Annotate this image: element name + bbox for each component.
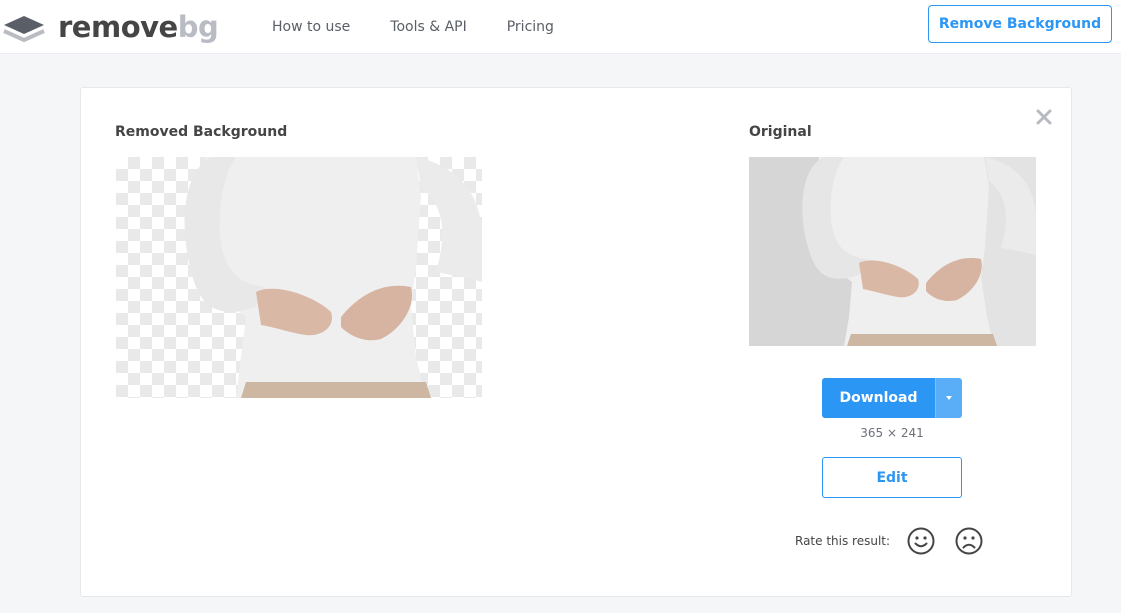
result-card: Removed Background Original Download 365…: [80, 87, 1072, 597]
removed-background-title: Removed Background: [115, 124, 288, 140]
nav-link-how-to-use[interactable]: How to use: [272, 19, 350, 35]
removed-background-image: [116, 157, 482, 398]
rating-row: Rate this result:: [795, 526, 1002, 556]
download-options-button[interactable]: [935, 378, 962, 418]
main-nav: How to use Tools & API Pricing: [272, 0, 594, 53]
nav-link-tools-api[interactable]: Tools & API: [390, 19, 466, 35]
rate-label: Rate this result:: [795, 534, 891, 548]
image-dimensions: 365 × 241: [860, 426, 924, 440]
nav-link-pricing[interactable]: Pricing: [507, 19, 554, 35]
chevron-down-icon: [946, 396, 952, 400]
original-title: Original: [749, 124, 812, 140]
smiley-face-icon[interactable]: [906, 526, 936, 556]
sad-face-icon[interactable]: [954, 526, 984, 556]
original-image: [749, 157, 1036, 346]
logo-layers-icon: [3, 16, 45, 42]
download-button-group: Download: [822, 378, 962, 418]
edit-button[interactable]: Edit: [822, 457, 962, 498]
logo-wordmark: removebg: [58, 9, 219, 44]
logo[interactable]: removebg: [2, 9, 219, 45]
remove-background-button[interactable]: Remove Background: [928, 5, 1112, 43]
top-nav-bar: removebg How to use Tools & API Pricing …: [0, 0, 1121, 54]
close-icon[interactable]: [1034, 107, 1054, 127]
download-button[interactable]: Download: [822, 378, 935, 418]
